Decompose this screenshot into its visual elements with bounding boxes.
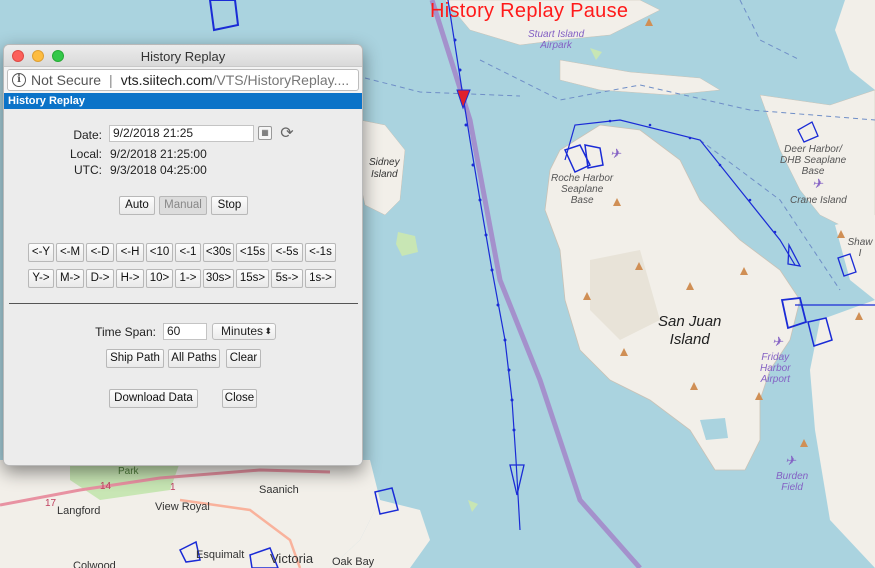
unit-select-value: Minutes: [221, 324, 264, 338]
step-forward-button[interactable]: 1s->: [305, 269, 336, 288]
map-label-oak-bay: Oak Bay: [332, 556, 375, 568]
map-label-victoria: Victoria: [270, 551, 314, 566]
divider: [9, 303, 358, 304]
window-titlebar[interactable]: History Replay: [4, 45, 362, 67]
timespan-unit-select[interactable]: Minutes ⬍: [212, 323, 276, 340]
step-forward-button[interactable]: D->: [86, 269, 114, 288]
step-forward-button[interactable]: 15s>: [236, 269, 269, 288]
map-label-park: Park: [118, 466, 139, 477]
map-label-deer-harbor: Deer Harbor/ DHB Seaplane Base: [780, 144, 847, 177]
timespan-label: Time Span:: [95, 325, 156, 339]
chevron-updown-icon: ⬍: [264, 326, 272, 336]
date-label: Date:: [73, 128, 102, 142]
airport-icon: ✈: [812, 176, 823, 191]
url-separator: |: [109, 72, 113, 88]
map-label-stuart-airport: Stuart Island Airpark: [528, 29, 585, 51]
utc-label: UTC:: [74, 163, 102, 177]
map-label-hwy-1: 1: [170, 482, 176, 493]
refresh-icon[interactable]: ⟳: [278, 125, 296, 143]
window-title: History Replay: [140, 49, 226, 64]
map-label-esquimalt: Esquimalt: [196, 549, 245, 561]
step-forward-button[interactable]: 5s->: [271, 269, 303, 288]
step-forward-button[interactable]: 10>: [146, 269, 173, 288]
map-label-roche-seaplane: Roche Harbor Seaplane Base: [551, 173, 614, 206]
map-label-hwy-17: 17: [45, 498, 57, 509]
map-label-saanich: Saanich: [259, 484, 299, 496]
stop-button[interactable]: Stop: [211, 196, 248, 215]
url-host: vts.siitech.com: [120, 72, 213, 88]
step-back-button[interactable]: <-M: [56, 243, 84, 262]
replay-status-title: History Replay Pause: [430, 0, 629, 22]
step-forward-button[interactable]: H->: [116, 269, 144, 288]
airport-icon: ✈: [772, 334, 783, 349]
step-back-button[interactable]: <-D: [86, 243, 114, 262]
download-data-button[interactable]: Download Data: [109, 389, 198, 408]
step-back-button[interactable]: <-1: [175, 243, 201, 262]
ship-path-button[interactable]: Ship Path: [106, 349, 164, 368]
auto-button[interactable]: Auto: [119, 196, 155, 215]
step-forward-button[interactable]: 30s>: [203, 269, 234, 288]
step-back-button[interactable]: <-1s: [305, 243, 336, 262]
all-paths-button[interactable]: All Paths: [168, 349, 220, 368]
url-path: /VTS/HistoryReplay....: [212, 72, 350, 88]
calendar-icon[interactable]: ▦: [258, 126, 272, 140]
close-button[interactable]: Close: [222, 389, 257, 408]
replay-panel: Date: 9/2/2018 21:25 ▦ ⟳ Local: 9/2/2018…: [4, 109, 362, 465]
panel-header: History Replay: [4, 93, 362, 109]
map-label-shaw: Shaw I: [847, 237, 873, 259]
map-label-hwy-14: 14: [100, 481, 112, 492]
step-back-button[interactable]: <-Y: [28, 243, 54, 262]
step-back-button[interactable]: <-5s: [271, 243, 303, 262]
clear-button[interactable]: Clear: [226, 349, 261, 368]
info-icon[interactable]: i: [12, 73, 26, 87]
date-input[interactable]: 9/2/2018 21:25: [109, 125, 254, 142]
airport-icon: ✈: [785, 453, 796, 468]
map-label-view-royal: View Royal: [155, 501, 210, 513]
map-label-burden-field: Burden Field: [776, 471, 809, 493]
map-label-friday-harbor: Friday Harbor Airport: [760, 352, 791, 385]
airport-icon: ✈: [610, 146, 621, 161]
timespan-input[interactable]: 60: [163, 323, 207, 340]
step-back-button[interactable]: <30s: [203, 243, 234, 262]
map-label-crane-island: Crane Island: [790, 195, 847, 206]
history-replay-window: History Replay i Not Secure | vts.siitec…: [3, 44, 363, 466]
step-forward-button[interactable]: M->: [56, 269, 84, 288]
step-back-button[interactable]: <10: [146, 243, 173, 262]
step-forward-button[interactable]: 1->: [175, 269, 201, 288]
step-back-button[interactable]: <-H: [116, 243, 144, 262]
local-time-value: 9/2/2018 21:25:00: [110, 147, 207, 161]
step-back-button[interactable]: <15s: [236, 243, 269, 262]
map-label-san-juan-island: San Juan Island: [658, 313, 722, 348]
url-field[interactable]: i Not Secure | vts.siitech.com /VTS/Hist…: [7, 69, 359, 91]
security-label: Not Secure: [31, 72, 102, 88]
map-label-sidney-island: Sidney Island: [369, 157, 400, 180]
local-label: Local:: [69, 147, 102, 161]
step-forward-button[interactable]: Y->: [28, 269, 54, 288]
manual-button[interactable]: Manual: [159, 196, 207, 215]
url-bar: i Not Secure | vts.siitech.com /VTS/Hist…: [4, 67, 362, 93]
utc-time-value: 9/3/2018 04:25:00: [110, 163, 207, 177]
map-label-colwood: Colwood: [73, 560, 116, 568]
map-label-langford: Langford: [57, 505, 101, 517]
